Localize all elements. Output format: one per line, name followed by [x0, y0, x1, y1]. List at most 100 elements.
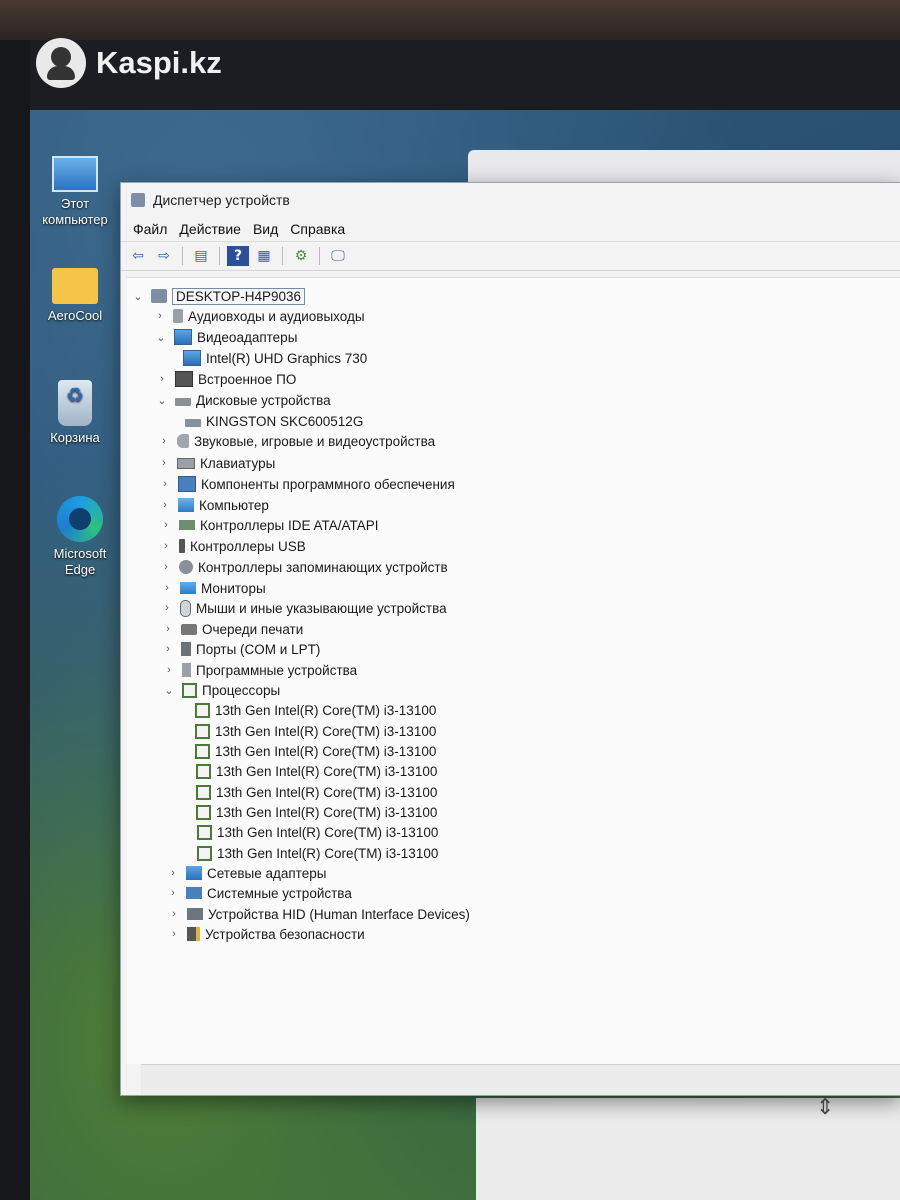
tree-root[interactable]: ⌄ DESKTOP-H4P9036: [131, 286, 306, 306]
desktop-icon-label: AeroCool: [47, 308, 103, 323]
computer-root-icon: [151, 289, 167, 303]
chevron-right-icon[interactable]: ›: [153, 310, 167, 322]
desktop-icon-label: Корзина: [50, 430, 100, 445]
back-icon[interactable]: ⇦: [127, 246, 149, 266]
device-tree: ⌄ DESKTOP-H4P9036 › Аудиовходы и аудиовых…: [127, 277, 900, 1064]
chevron-right-icon[interactable]: ›: [158, 499, 172, 511]
display-adapter-icon: [183, 350, 201, 366]
desktop-icon-edge[interactable]: Microsoft Edge: [40, 496, 120, 578]
tree-category[interactable]: › Звуковые, игровые и видеоустройства: [157, 431, 435, 451]
menu-view[interactable]: Вид: [253, 221, 286, 237]
desktop-icon-aerocool[interactable]: AeroCool: [34, 268, 116, 324]
chevron-down-icon[interactable]: ⌄: [155, 394, 169, 407]
chevron-right-icon[interactable]: ›: [162, 664, 176, 676]
desktop-icon-recycle-bin[interactable]: Корзина: [34, 380, 116, 446]
processor-icon: [182, 682, 197, 698]
tree-device-label: 13th Gen Intel(R) Core(TM) i3-13100: [215, 702, 437, 718]
tree-device[interactable]: 13th Gen Intel(R) Core(TM) i3-13100: [189, 721, 436, 741]
tree-category-label: Очереди печати: [202, 621, 304, 637]
chevron-right-icon[interactable]: ›: [160, 582, 174, 594]
tree-category-label: Контроллеры IDE ATA/ATAPI: [200, 517, 379, 533]
tree-category[interactable]: › Клавиатуры: [157, 453, 275, 473]
processor-icon: [197, 845, 212, 861]
tree-device[interactable]: 13th Gen Intel(R) Core(TM) i3-13100: [190, 782, 437, 802]
desktop-icon-label: Этот компьютер: [42, 196, 108, 227]
watermark-text: Kaspi.kz: [96, 45, 222, 80]
status-bar: [141, 1064, 900, 1095]
help-icon[interactable]: ?: [227, 246, 249, 266]
tree-category[interactable]: › Сетевые адаптеры: [166, 863, 326, 883]
tree-device[interactable]: 13th Gen Intel(R) Core(TM) i3-13100: [191, 843, 438, 863]
toolbar-separator: [319, 247, 320, 265]
processor-icon: [195, 702, 210, 718]
storage-controller-icon: [179, 560, 193, 574]
tree-category-label: Программные устройства: [196, 662, 358, 678]
tree-category[interactable]: › Порты (COM и LPT): [161, 639, 320, 659]
tree-category-label: Компоненты программного обеспечения: [201, 476, 455, 492]
monitor-frame-top: [0, 0, 900, 40]
chevron-right-icon[interactable]: ›: [167, 928, 181, 940]
tree-category[interactable]: ⌄ Дисковые устройства: [155, 390, 330, 410]
menu-help[interactable]: Справка: [290, 221, 353, 237]
chevron-right-icon[interactable]: ›: [159, 561, 173, 573]
chevron-right-icon[interactable]: ›: [157, 435, 171, 447]
device-manager-icon: [131, 193, 145, 207]
tree-device[interactable]: 13th Gen Intel(R) Core(TM) i3-13100: [189, 741, 436, 761]
tree-device[interactable]: 13th Gen Intel(R) Core(TM) i3-13100: [189, 700, 436, 720]
chevron-right-icon[interactable]: ›: [166, 887, 180, 899]
chevron-down-icon[interactable]: ⌄: [162, 684, 176, 697]
hid-icon: [187, 908, 203, 920]
tree-category[interactable]: › Системные устройства: [166, 883, 352, 903]
menu-action[interactable]: Действие: [179, 221, 249, 237]
tree-category[interactable]: ⌄ Видеоадаптеры: [154, 327, 297, 347]
tree-category[interactable]: › Контроллеры запоминающих устройств: [159, 557, 448, 577]
monitor-icon[interactable]: 🖵: [327, 246, 349, 266]
view-icon[interactable]: ▦: [253, 246, 275, 266]
tree-category-label: Процессоры: [202, 682, 281, 698]
tree-category[interactable]: › Компьютер: [158, 495, 269, 515]
properties-icon[interactable]: ▤: [190, 246, 212, 266]
chevron-right-icon[interactable]: ›: [166, 867, 180, 879]
monitor-icon: [180, 582, 196, 594]
processor-icon: [196, 784, 211, 800]
tree-category[interactable]: › Контроллеры USB: [159, 536, 306, 556]
tree-category[interactable]: ⌄ Процессоры: [162, 680, 280, 700]
desktop-icon-label: Microsoft Edge: [53, 546, 107, 577]
tree-device[interactable]: KINGSTON SKC600512G: [179, 411, 363, 431]
tree-category[interactable]: › Контроллеры IDE ATA/ATAPI: [159, 515, 378, 535]
tree-device[interactable]: Intel(R) UHD Graphics 730: [177, 348, 367, 368]
chevron-right-icon[interactable]: ›: [157, 457, 171, 469]
chevron-right-icon[interactable]: ›: [161, 623, 175, 635]
window-titlebar[interactable]: Диспетчер устройств: [121, 183, 900, 217]
tree-category[interactable]: › Устройства HID (Human Interface Devices…: [167, 904, 470, 924]
tree-device[interactable]: 13th Gen Intel(R) Core(TM) i3-13100: [191, 822, 438, 842]
tree-device[interactable]: 13th Gen Intel(R) Core(TM) i3-13100: [190, 802, 437, 822]
tree-category-label: Мониторы: [201, 580, 266, 596]
menu-file[interactable]: Файл: [133, 221, 175, 237]
tree-category[interactable]: › Компоненты программного обеспечения: [158, 474, 455, 494]
tree-category[interactable]: › Мониторы: [160, 578, 266, 598]
scan-icon[interactable]: ⚙: [290, 246, 312, 266]
chevron-right-icon[interactable]: ›: [159, 540, 173, 552]
tree-category[interactable]: › Аудиовходы и аудиовыходы: [153, 306, 364, 326]
chevron-down-icon[interactable]: ⌄: [154, 331, 168, 344]
tree-category[interactable]: › Очереди печати: [161, 619, 303, 639]
tree-category[interactable]: › Встроенное ПО: [155, 369, 296, 389]
chevron-right-icon[interactable]: ›: [160, 602, 174, 614]
chevron-right-icon[interactable]: ›: [155, 373, 169, 385]
chevron-right-icon[interactable]: ›: [161, 643, 175, 655]
tree-category-label: Контроллеры USB: [190, 538, 306, 554]
kaspi-watermark: Kaspi.kz: [36, 38, 222, 88]
desktop-icon-this-pc[interactable]: Этот компьютер: [34, 150, 116, 228]
chevron-right-icon[interactable]: ›: [158, 478, 172, 490]
printer-icon: [181, 623, 197, 635]
tree-device[interactable]: 13th Gen Intel(R) Core(TM) i3-13100: [190, 761, 437, 781]
chevron-down-icon[interactable]: ⌄: [131, 290, 145, 303]
tree-category[interactable]: › Устройства безопасности: [167, 924, 365, 944]
chevron-right-icon[interactable]: ›: [167, 908, 181, 920]
forward-icon[interactable]: ⇨: [153, 246, 175, 266]
tree-category[interactable]: › Мыши и иные указывающие устройства: [160, 598, 447, 618]
tree-category[interactable]: › Программные устройства: [162, 660, 357, 680]
toolbar-separator: [219, 247, 220, 265]
chevron-right-icon[interactable]: ›: [159, 519, 173, 531]
